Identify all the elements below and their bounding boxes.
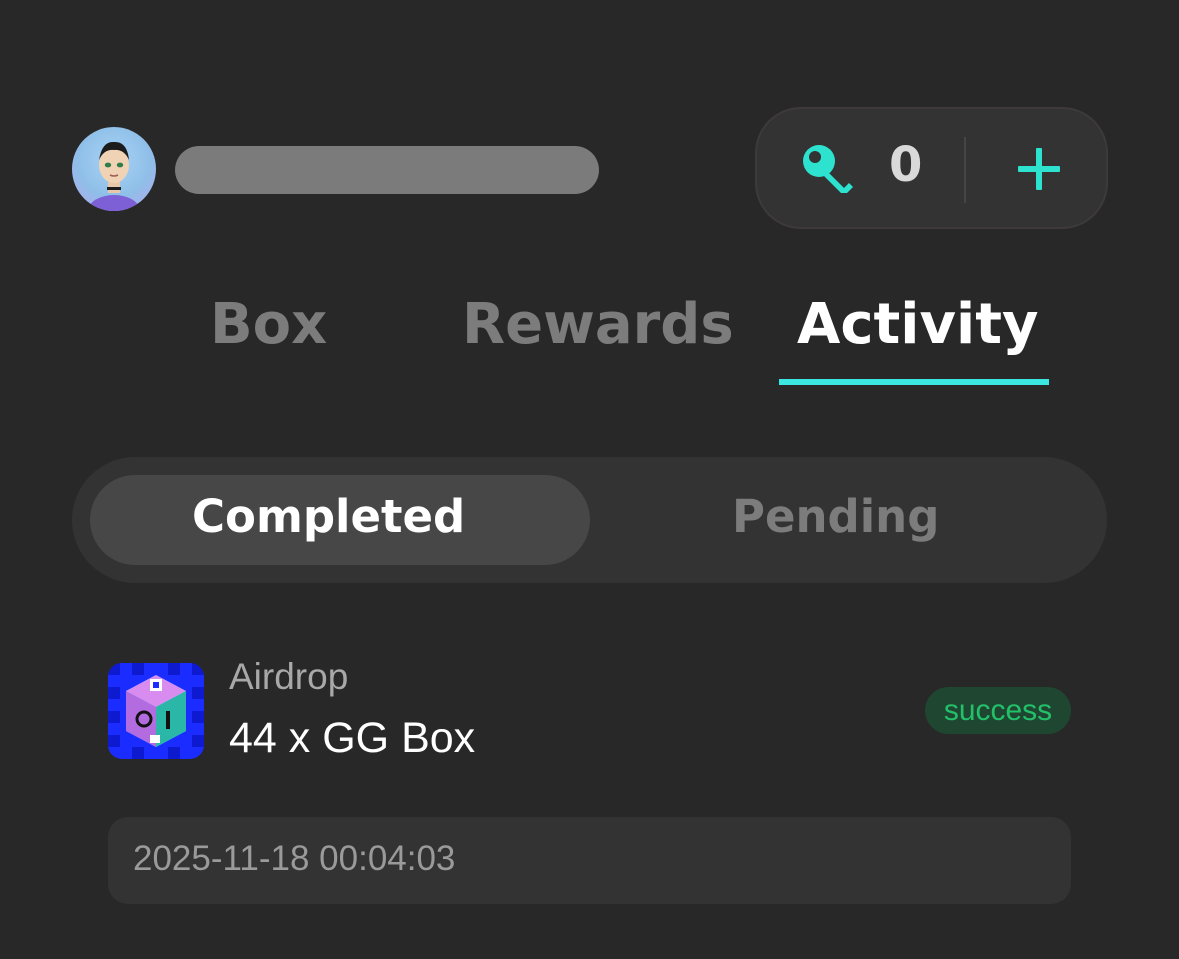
plus-icon: [1018, 148, 1060, 190]
key-count: 0: [889, 137, 923, 193]
add-keys-button[interactable]: [1009, 139, 1069, 199]
user-avatar-icon: [88, 141, 140, 211]
status-segmented-control: Completed Pending: [72, 457, 1107, 583]
divider: [964, 137, 966, 203]
tab-activity[interactable]: Activity: [797, 292, 1038, 357]
timestamp-row: 2025-11-18 00:04:03: [108, 817, 1071, 904]
avatar[interactable]: [72, 127, 156, 211]
keys-balance: 0: [755, 107, 1108, 229]
activity-page: 0 Box Rewards Activity Completed Pending: [0, 0, 1179, 959]
status-badge: success: [925, 687, 1071, 734]
segment-pending[interactable]: Pending: [732, 490, 939, 543]
activity-timestamp: 2025-11-18 00:04:03: [133, 839, 456, 878]
segment-completed[interactable]: Completed: [192, 490, 465, 543]
key-icon: [803, 145, 853, 193]
active-tab-indicator: [779, 379, 1049, 385]
tab-rewards[interactable]: Rewards: [462, 292, 734, 357]
gg-box-icon: [108, 663, 204, 759]
activity-source: Airdrop: [229, 656, 349, 697]
gg-box-thumbnail: [108, 663, 204, 759]
activity-title: 44 x GG Box: [229, 714, 476, 762]
tab-box[interactable]: Box: [210, 292, 327, 357]
username: [175, 146, 599, 194]
